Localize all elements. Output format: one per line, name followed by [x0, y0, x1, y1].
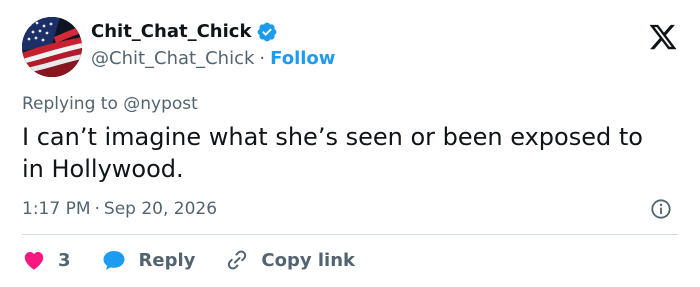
handle-separator: ·: [259, 48, 266, 69]
display-name[interactable]: Chit_Chat_Chick: [91, 21, 251, 43]
speech-bubble-icon: [103, 251, 125, 270]
like-button[interactable]: 3: [22, 248, 71, 272]
info-icon[interactable]: [650, 198, 672, 220]
like-count: 3: [58, 249, 71, 271]
x-logo-icon[interactable]: [648, 22, 678, 52]
link-icon: [228, 250, 247, 270]
tweet-time: 1:17 PM: [22, 199, 91, 219]
timestamp[interactable]: 1:17 PM · Sep 20, 2026: [22, 197, 217, 221]
copy-link-label: Copy link: [261, 249, 355, 271]
handle[interactable]: @Chit_Chat_Chick: [91, 48, 254, 69]
action-bar: 3 Reply Copy link: [22, 247, 385, 273]
handle-row: @Chit_Chat_Chick · Follow: [91, 48, 335, 70]
display-name-row: Chit_Chat_Chick: [91, 21, 278, 43]
heart-icon: [24, 252, 44, 270]
follow-button[interactable]: Follow: [270, 48, 335, 69]
reply-label: Reply: [138, 249, 196, 271]
copy-link-button[interactable]: Copy link: [225, 248, 355, 272]
replying-to-label: Replying to @nypost: [22, 94, 198, 114]
tweet-card: Chit_Chat_Chick @Chit_Chat_Chick · Follow …: [0, 0, 700, 287]
avatar[interactable]: [22, 17, 82, 77]
tweet-text: I can’t imagine what she’s seen or been …: [22, 123, 643, 183]
timestamp-separator: ·: [94, 199, 100, 219]
reply-button[interactable]: Reply: [101, 248, 196, 272]
tweet-date: Sep 20, 2026: [103, 199, 218, 219]
verified-badge-icon: [256, 21, 278, 43]
divider: [22, 234, 678, 235]
flag-avatar-image: [22, 17, 82, 77]
